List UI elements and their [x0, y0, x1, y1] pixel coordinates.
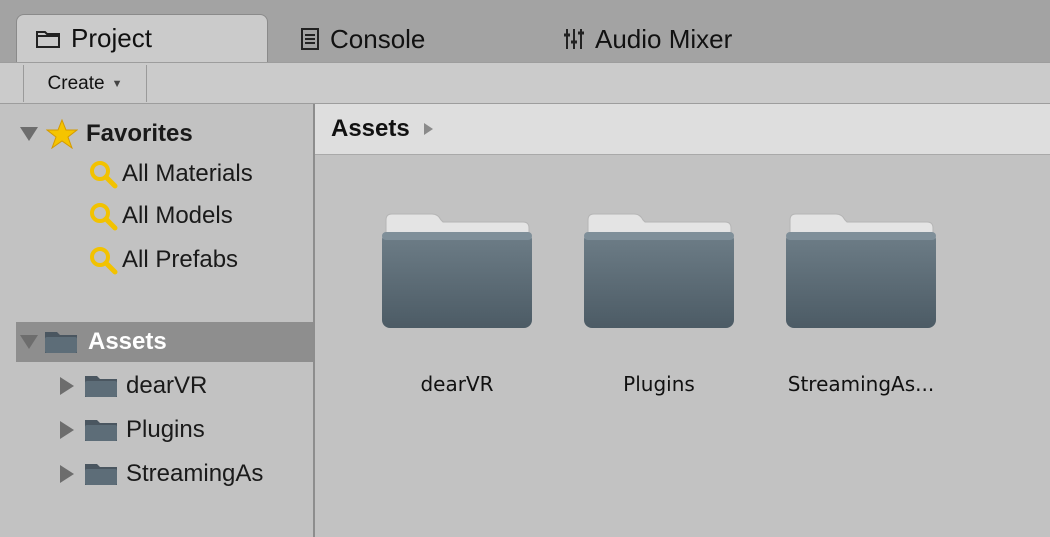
mixer-icon — [563, 27, 585, 51]
expand-arrow-icon[interactable] — [20, 335, 38, 349]
favorites-label: Favorites — [86, 120, 193, 147]
chevron-right-icon — [423, 123, 433, 135]
asset-grid: dearVR Plugins StreamingAs... — [315, 155, 1050, 537]
folder-icon — [382, 213, 532, 328]
tab-project[interactable]: Project — [16, 14, 268, 62]
asset-label: Plugins — [623, 372, 695, 396]
folder-icon — [44, 329, 78, 355]
expand-arrow-icon[interactable] — [60, 377, 74, 395]
console-icon — [300, 27, 320, 51]
asset-folder-plugins[interactable]: Plugins — [559, 210, 759, 396]
folder-icon — [84, 417, 118, 443]
assets-label: Assets — [88, 328, 167, 355]
folder-icon — [84, 373, 118, 399]
tab-label: Project — [71, 23, 152, 53]
tab-label: Console — [330, 23, 426, 54]
chevron-down-icon: ▼ — [111, 77, 123, 90]
tree-item-plugins[interactable]: Plugins — [60, 410, 205, 450]
tab-label: Audio Mixer — [595, 23, 733, 54]
expand-arrow-icon[interactable] — [60, 465, 74, 483]
tree-item-label: StreamingAs — [126, 460, 264, 487]
tree-item-label: dearVR — [126, 372, 208, 399]
project-toolbar: Create ▼ — [0, 62, 1050, 104]
asset-folder-dearvr[interactable]: dearVR — [357, 210, 557, 396]
favorite-all-models[interactable]: All Models — [88, 196, 233, 236]
favorite-all-materials[interactable]: All Materials — [88, 154, 253, 194]
tree-item-streamingassets[interactable]: StreamingAs — [60, 454, 263, 494]
expand-arrow-icon[interactable] — [60, 421, 74, 439]
tree-item-dearvr[interactable]: dearVR — [60, 366, 207, 406]
tab-bar: Project Console Audio Mixer — [0, 0, 1050, 62]
breadcrumb-assets[interactable]: Assets — [331, 115, 410, 143]
create-button[interactable]: Create ▼ — [23, 65, 147, 102]
asset-label: StreamingAs... — [787, 372, 935, 396]
breadcrumb: Assets — [315, 104, 1050, 155]
star-icon — [46, 119, 78, 149]
tab-audio-mixer[interactable]: Audio Mixer — [563, 16, 732, 62]
expand-arrow-icon[interactable] — [20, 127, 38, 141]
folder-icon — [584, 213, 734, 328]
search-icon — [88, 245, 118, 275]
folder-icon — [786, 213, 936, 328]
tab-console[interactable]: Console — [300, 16, 425, 62]
search-icon — [88, 201, 118, 231]
search-icon — [88, 159, 118, 189]
folder-icon — [35, 29, 61, 49]
asset-label: dearVR — [420, 372, 494, 396]
tree-item-assets[interactable]: Assets — [16, 322, 313, 362]
favorite-label: All Models — [122, 202, 233, 229]
tree-item-favorites[interactable]: Favorites — [20, 114, 193, 154]
favorite-label: All Prefabs — [122, 246, 239, 273]
asset-folder-streamingassets[interactable]: StreamingAs... — [761, 210, 961, 396]
create-label: Create — [47, 72, 105, 94]
folder-icon — [84, 461, 118, 487]
tree-item-label: Plugins — [126, 416, 205, 443]
project-tree-panel: Favorites All Materials All Models All P… — [16, 104, 313, 537]
favorite-label: All Materials — [122, 160, 253, 187]
favorite-all-prefabs[interactable]: All Prefabs — [88, 240, 238, 280]
